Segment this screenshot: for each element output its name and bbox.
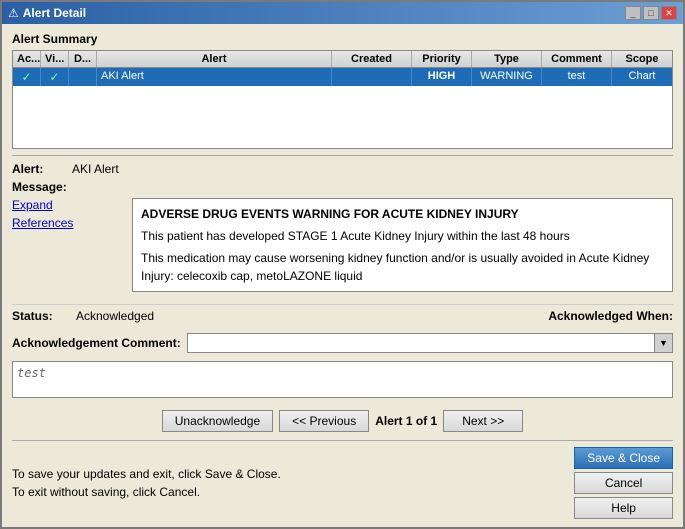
cell-d xyxy=(69,68,97,86)
left-links: Expand References xyxy=(12,198,72,292)
status-value: Acknowledged xyxy=(76,309,154,323)
cell-priority: HIGH xyxy=(412,68,472,86)
save-instruction: To save your updates and exit, click Sav… xyxy=(12,467,281,481)
status-label: Status: xyxy=(12,309,72,323)
help-button[interactable]: Help xyxy=(574,497,673,519)
alert-detail-section: Alert: AKI Alert Message: Expand Referen… xyxy=(12,155,673,292)
cell-acknowledged: ✓ xyxy=(13,68,41,86)
action-buttons-row: Unacknowledge << Previous Alert 1 of 1 N… xyxy=(12,410,673,432)
col-header-viewed: Vi... xyxy=(41,51,69,67)
ack-dropdown-arrow[interactable]: ▼ xyxy=(654,334,672,352)
table-body: ✓ ✓ AKI Alert HIGH WARNING test Chart xyxy=(13,68,672,148)
alert-name-value: AKI Alert xyxy=(72,162,119,176)
table-header: Ac... Vi... D... Alert Created Priority … xyxy=(13,51,672,68)
cell-comment: test xyxy=(542,68,612,86)
message-row: Message: xyxy=(12,180,673,194)
footer-left: To save your updates and exit, click Sav… xyxy=(12,467,281,499)
message-area: Expand References ADVERSE DRUG EVENTS WA… xyxy=(12,198,673,292)
alert-counter: Alert 1 of 1 xyxy=(375,414,437,428)
col-header-alert: Alert xyxy=(97,51,332,67)
save-close-button[interactable]: Save & Close xyxy=(574,447,673,469)
message-line-2: This patient has developed STAGE 1 Acute… xyxy=(141,227,664,245)
ack-comment-input[interactable] xyxy=(188,337,654,349)
title-bar: ⚠ Alert Detail _ □ ✕ xyxy=(2,2,683,24)
cancel-instruction: To exit without saving, click Cancel. xyxy=(12,485,281,499)
window-title: Alert Detail xyxy=(23,6,86,20)
footer-buttons: Save & Close Cancel Help xyxy=(574,447,673,519)
ack-comment-label: Acknowledgement Comment: xyxy=(12,336,181,350)
col-header-type: Type xyxy=(472,51,542,67)
status-left: Status: Acknowledged xyxy=(12,309,154,323)
minimize-button[interactable]: _ xyxy=(625,6,641,20)
table-row[interactable]: ✓ ✓ AKI Alert HIGH WARNING test Chart xyxy=(13,68,672,86)
title-controls: _ □ ✕ xyxy=(625,6,677,20)
cell-type: WARNING xyxy=(472,68,542,86)
alert-name-row: Alert: AKI Alert xyxy=(12,162,673,176)
status-right: Acknowledged When: xyxy=(548,309,673,323)
check-viewed-icon: ✓ xyxy=(49,70,59,84)
cell-scope: Chart xyxy=(612,68,672,86)
check-icon: ✓ xyxy=(21,70,31,84)
col-header-created: Created xyxy=(332,51,412,67)
cell-viewed: ✓ xyxy=(41,68,69,86)
content-area: Alert Summary Ac... Vi... D... Alert Cre… xyxy=(2,24,683,527)
message-line-1: ADVERSE DRUG EVENTS WARNING FOR ACUTE KI… xyxy=(141,205,664,223)
maximize-button[interactable]: □ xyxy=(643,6,659,20)
alert-detail-window: ⚠ Alert Detail _ □ ✕ Alert Summary Ac...… xyxy=(0,0,685,529)
references-button[interactable]: References xyxy=(12,216,72,230)
title-bar-left: ⚠ Alert Detail xyxy=(8,6,86,20)
previous-button[interactable]: << Previous xyxy=(279,410,369,432)
comment-textarea[interactable]: test xyxy=(12,361,673,398)
message-label: Message: xyxy=(12,180,72,194)
message-line-3: This medication may cause worsening kidn… xyxy=(141,249,664,285)
expand-button[interactable]: Expand xyxy=(12,198,72,212)
alert-summary-label: Alert Summary xyxy=(12,32,673,46)
close-button[interactable]: ✕ xyxy=(661,6,677,20)
col-header-scope: Scope xyxy=(612,51,672,67)
status-row: Status: Acknowledged Acknowledged When: xyxy=(12,304,673,323)
next-button[interactable]: Next >> xyxy=(443,410,523,432)
alert-table: Ac... Vi... D... Alert Created Priority … xyxy=(12,50,673,149)
ack-input-wrapper: ▼ xyxy=(187,333,673,353)
col-header-comment: Comment xyxy=(542,51,612,67)
ack-when-label: Acknowledged When: xyxy=(548,309,673,323)
ack-comment-row: Acknowledgement Comment: ▼ xyxy=(12,333,673,353)
col-header-d: D... xyxy=(69,51,97,67)
cancel-button[interactable]: Cancel xyxy=(574,472,673,494)
col-header-priority: Priority xyxy=(412,51,472,67)
footer-row: To save your updates and exit, click Sav… xyxy=(12,440,673,519)
alert-icon: ⚠ xyxy=(8,6,19,20)
cell-created xyxy=(332,68,412,86)
unacknowledge-button[interactable]: Unacknowledge xyxy=(162,410,273,432)
alert-label: Alert: xyxy=(12,162,72,176)
message-box: ADVERSE DRUG EVENTS WARNING FOR ACUTE KI… xyxy=(132,198,673,292)
cell-alert-name: AKI Alert xyxy=(97,68,332,86)
alert-summary-section: Alert Summary Ac... Vi... D... Alert Cre… xyxy=(12,32,673,149)
col-header-acknowledged: Ac... xyxy=(13,51,41,67)
